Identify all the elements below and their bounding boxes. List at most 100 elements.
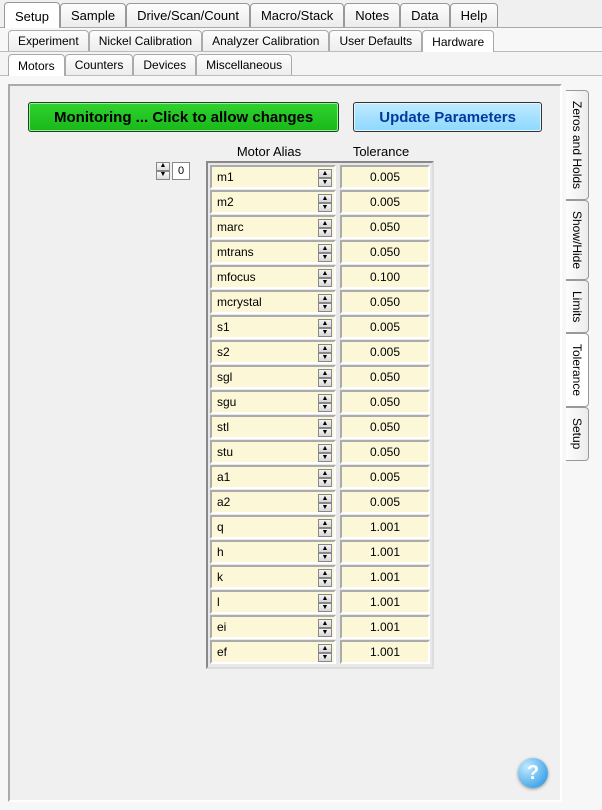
step-down-icon[interactable]: ▼ [318,278,332,287]
step-up-icon[interactable]: ▲ [318,344,332,353]
tolerance-cell[interactable]: 0.005 [340,490,430,514]
spinner-value[interactable]: 0 [172,162,190,180]
tab-hardware[interactable]: Hardware [422,30,494,52]
alias-stepper[interactable]: ▲▼ [318,619,332,635]
step-up-icon[interactable]: ▲ [318,294,332,303]
tab-drive-scan-count[interactable]: Drive/Scan/Count [126,3,250,27]
alias-stepper[interactable]: ▲▼ [318,644,332,660]
step-down-icon[interactable]: ▼ [318,453,332,462]
alias-cell[interactable]: a1▲▼ [210,465,336,489]
alias-cell[interactable]: ei▲▼ [210,615,336,639]
step-up-icon[interactable]: ▲ [318,444,332,453]
step-down-icon[interactable]: ▼ [318,528,332,537]
step-up-icon[interactable]: ▲ [318,369,332,378]
tolerance-cell[interactable]: 0.050 [340,440,430,464]
step-up-icon[interactable]: ▲ [318,569,332,578]
tab-miscellaneous[interactable]: Miscellaneous [196,54,292,75]
step-up-icon[interactable]: ▲ [318,544,332,553]
alias-cell[interactable]: s2▲▼ [210,340,336,364]
tolerance-cell[interactable]: 1.001 [340,640,430,664]
step-up-icon[interactable]: ▲ [318,594,332,603]
tolerance-cell[interactable]: 0.050 [340,215,430,239]
step-up-icon[interactable]: ▲ [318,619,332,628]
tab-notes[interactable]: Notes [344,3,400,27]
step-down-icon[interactable]: ▼ [318,253,332,262]
row-index-spinner[interactable]: ▲ ▼ 0 [156,162,190,180]
alias-stepper[interactable]: ▲▼ [318,269,332,285]
step-down-icon[interactable]: ▼ [318,578,332,587]
side-tab-zeros-and-holds[interactable]: Zeros and Holds [566,90,589,200]
side-tab-setup[interactable]: Setup [566,407,589,460]
tab-experiment[interactable]: Experiment [8,30,89,51]
tolerance-cell[interactable]: 0.005 [340,165,430,189]
step-up-icon[interactable]: ▲ [318,494,332,503]
spinner-up-icon[interactable]: ▲ [156,162,170,171]
step-up-icon[interactable]: ▲ [318,219,332,228]
alias-stepper[interactable]: ▲▼ [318,594,332,610]
tolerance-cell[interactable]: 0.050 [340,415,430,439]
alias-cell[interactable]: mtrans▲▼ [210,240,336,264]
alias-stepper[interactable]: ▲▼ [318,469,332,485]
step-down-icon[interactable]: ▼ [318,428,332,437]
step-up-icon[interactable]: ▲ [318,319,332,328]
tolerance-cell[interactable]: 0.050 [340,390,430,414]
tab-user-defaults[interactable]: User Defaults [329,30,422,51]
step-down-icon[interactable]: ▼ [318,328,332,337]
step-down-icon[interactable]: ▼ [318,503,332,512]
alias-stepper[interactable]: ▲▼ [318,219,332,235]
alias-cell[interactable]: h▲▼ [210,540,336,564]
step-down-icon[interactable]: ▼ [318,353,332,362]
alias-stepper[interactable]: ▲▼ [318,244,332,260]
alias-cell[interactable]: ef▲▼ [210,640,336,664]
tolerance-cell[interactable]: 1.001 [340,615,430,639]
alias-cell[interactable]: mcrystal▲▼ [210,290,336,314]
alias-stepper[interactable]: ▲▼ [318,294,332,310]
tab-macro-stack[interactable]: Macro/Stack [250,3,344,27]
alias-stepper[interactable]: ▲▼ [318,319,332,335]
step-down-icon[interactable]: ▼ [318,203,332,212]
tolerance-cell[interactable]: 0.005 [340,190,430,214]
step-down-icon[interactable]: ▼ [318,228,332,237]
alias-cell[interactable]: k▲▼ [210,565,336,589]
side-tab-limits[interactable]: Limits [566,280,589,333]
alias-stepper[interactable]: ▲▼ [318,369,332,385]
alias-stepper[interactable]: ▲▼ [318,344,332,360]
spinner-down-icon[interactable]: ▼ [156,171,170,180]
tolerance-cell[interactable]: 1.001 [340,565,430,589]
alias-stepper[interactable]: ▲▼ [318,519,332,535]
update-parameters-button[interactable]: Update Parameters [353,102,542,132]
step-down-icon[interactable]: ▼ [318,178,332,187]
alias-cell[interactable]: l▲▼ [210,590,336,614]
alias-cell[interactable]: stl▲▼ [210,415,336,439]
alias-cell[interactable]: s1▲▼ [210,315,336,339]
tab-analyzer-calibration[interactable]: Analyzer Calibration [202,30,329,51]
tolerance-cell[interactable]: 0.005 [340,340,430,364]
step-up-icon[interactable]: ▲ [318,469,332,478]
help-icon[interactable]: ? [518,758,548,788]
alias-stepper[interactable]: ▲▼ [318,169,332,185]
tolerance-cell[interactable]: 0.100 [340,265,430,289]
tolerance-cell[interactable]: 1.001 [340,540,430,564]
alias-stepper[interactable]: ▲▼ [318,444,332,460]
alias-cell[interactable]: mfocus▲▼ [210,265,336,289]
step-down-icon[interactable]: ▼ [318,553,332,562]
tolerance-cell[interactable]: 1.001 [340,515,430,539]
alias-cell[interactable]: m1▲▼ [210,165,336,189]
tab-nickel-calibration[interactable]: Nickel Calibration [89,30,202,51]
alias-stepper[interactable]: ▲▼ [318,419,332,435]
step-down-icon[interactable]: ▼ [318,378,332,387]
alias-stepper[interactable]: ▲▼ [318,494,332,510]
side-tab-show-hide[interactable]: Show/Hide [566,200,589,280]
alias-cell[interactable]: m2▲▼ [210,190,336,214]
monitor-button[interactable]: Monitoring ... Click to allow changes [28,102,339,132]
tolerance-cell[interactable]: 0.005 [340,315,430,339]
tolerance-cell[interactable]: 0.050 [340,365,430,389]
step-down-icon[interactable]: ▼ [318,303,332,312]
alias-stepper[interactable]: ▲▼ [318,544,332,560]
tab-motors[interactable]: Motors [8,54,65,76]
alias-cell[interactable]: sgu▲▼ [210,390,336,414]
step-down-icon[interactable]: ▼ [318,603,332,612]
step-down-icon[interactable]: ▼ [318,628,332,637]
tolerance-cell[interactable]: 0.050 [340,290,430,314]
alias-stepper[interactable]: ▲▼ [318,394,332,410]
